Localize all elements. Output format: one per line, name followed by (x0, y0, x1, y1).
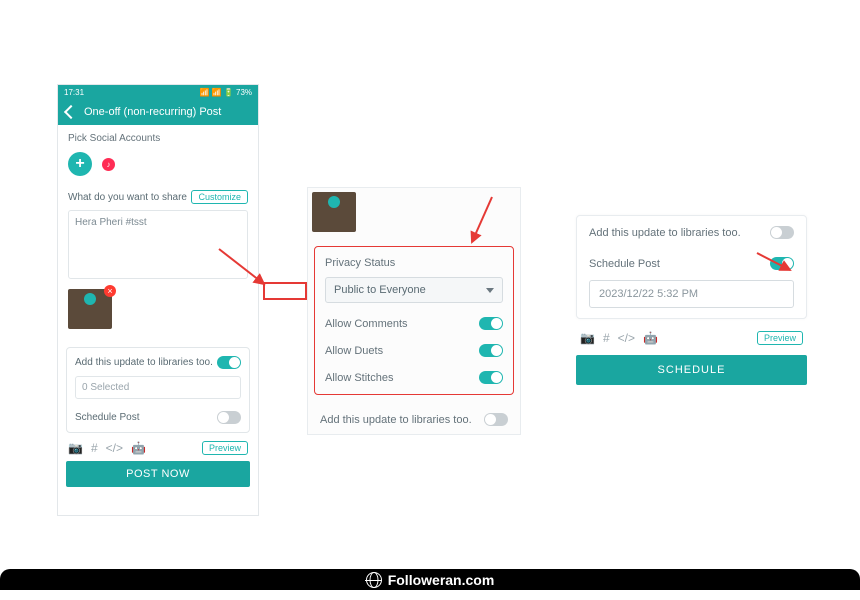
libraries-select[interactable]: 0 Selected (75, 376, 241, 399)
schedule-button[interactable]: SCHEDULE (576, 355, 807, 385)
add-to-libraries-toggle[interactable] (484, 413, 508, 426)
camera-icon[interactable]: 📷 (68, 441, 83, 455)
tiktok-account-chip[interactable]: ♪ (102, 158, 115, 171)
app-bar: One-off (non-recurring) Post (58, 99, 258, 125)
options-card: Add this update to libraries too. 0 Sele… (66, 347, 250, 433)
media-thumbnail[interactable] (312, 192, 356, 232)
privacy-status-select[interactable]: Public to Everyone (325, 277, 503, 303)
status-indicators: 📶 📶 🔋 73% (199, 88, 252, 97)
remove-media-icon[interactable]: × (104, 285, 116, 297)
privacy-status-label: Privacy Status (325, 257, 503, 269)
phone-mock: 17:31 📶 📶 🔋 73% One-off (non-recurring) … (58, 85, 258, 515)
back-icon[interactable] (64, 105, 78, 119)
allow-stitches-label: Allow Stitches (325, 372, 393, 384)
play-icon (328, 196, 340, 208)
allow-duets-toggle[interactable] (479, 344, 503, 357)
privacy-status-value: Public to Everyone (334, 284, 426, 296)
allow-duets-label: Allow Duets (325, 345, 383, 357)
schedule-post-toggle[interactable] (770, 257, 794, 270)
add-to-libraries-toggle[interactable] (217, 356, 241, 369)
allow-comments-label: Allow Comments (325, 318, 408, 330)
customize-button[interactable]: Customize (191, 190, 248, 204)
schedule-datetime-input[interactable]: 2023/12/22 5:32 PM (589, 280, 794, 308)
add-account-button[interactable]: + (68, 152, 92, 176)
robot-icon[interactable]: 🤖 (643, 331, 658, 345)
add-to-libraries-toggle[interactable] (770, 226, 794, 239)
schedule-post-label: Schedule Post (589, 258, 660, 270)
watermark: Followeran.com (0, 572, 860, 588)
hashtag-icon[interactable]: # (91, 441, 98, 455)
status-bar: 17:31 📶 📶 🔋 73% (58, 85, 258, 99)
chevron-down-icon (486, 288, 494, 293)
privacy-card: Privacy Status Public to Everyone Allow … (314, 246, 514, 395)
annotation-highlight (263, 282, 307, 300)
pick-accounts-label: Pick Social Accounts (68, 133, 248, 144)
robot-icon[interactable]: 🤖 (131, 441, 146, 455)
preview-button[interactable]: Preview (202, 441, 248, 455)
post-now-button[interactable]: POST NOW (66, 461, 250, 487)
allow-comments-toggle[interactable] (479, 317, 503, 330)
schedule-post-toggle[interactable] (217, 411, 241, 424)
media-thumbnail[interactable]: × (68, 289, 112, 329)
code-icon[interactable]: </> (618, 331, 635, 345)
hashtag-icon[interactable]: # (603, 331, 610, 345)
app-bar-title: One-off (non-recurring) Post (84, 106, 221, 118)
code-icon[interactable]: </> (106, 441, 123, 455)
schedule-card: Add this update to libraries too. Schedu… (576, 215, 807, 319)
allow-stitches-toggle[interactable] (479, 371, 503, 384)
globe-icon (366, 572, 382, 588)
camera-icon[interactable]: 📷 (580, 331, 595, 345)
add-to-libraries-label: Add this update to libraries too. (589, 227, 741, 239)
play-icon (84, 293, 96, 305)
add-to-libraries-label: Add this update to libraries too. (320, 414, 472, 426)
status-time: 17:31 (64, 88, 84, 97)
preview-button[interactable]: Preview (757, 331, 803, 345)
privacy-panel: Privacy Status Public to Everyone Allow … (307, 187, 521, 435)
add-to-libraries-label: Add this update to libraries too. (75, 357, 213, 368)
share-label: What do you want to share (68, 192, 187, 203)
caption-input[interactable]: Hera Pheri #tsst (68, 210, 248, 279)
schedule-post-label: Schedule Post (75, 412, 140, 423)
schedule-panel: Add this update to libraries too. Schedu… (576, 215, 807, 385)
watermark-text: Followeran.com (388, 572, 495, 588)
